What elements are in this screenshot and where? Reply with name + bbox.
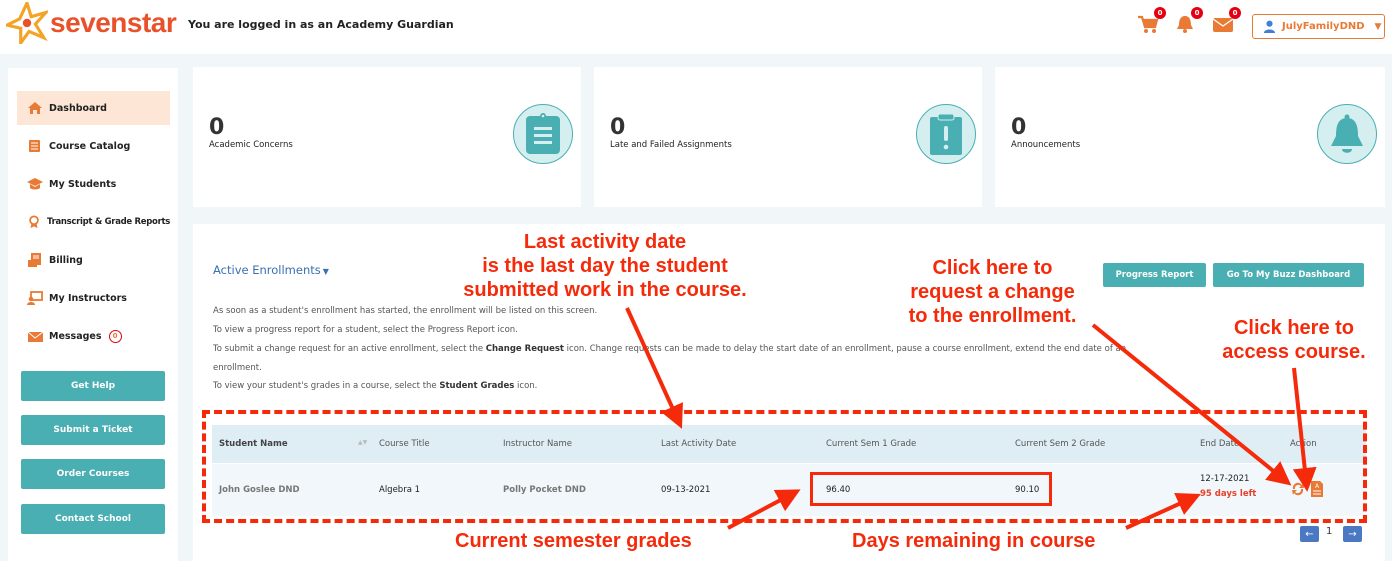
chevron-down-icon: ▼ (322, 267, 329, 276)
top-header: sevenstar You are logged in as an Academ… (0, 0, 1392, 54)
annotation-change-request: Click here to request a change to the en… (880, 256, 1105, 328)
logged-in-status: You are logged in as an Academy Guardian (188, 18, 454, 31)
panel-title-text: Active Enrollments (213, 263, 321, 277)
info-text: As soon as a student's enrollment has st… (213, 306, 598, 316)
envelope-icon (27, 329, 43, 343)
info-text-part: icon. Change requests can be made to del… (563, 344, 1127, 354)
sidebar-item-course-catalog[interactable]: Course Catalog (17, 129, 170, 163)
cart-badge: 0 (1154, 7, 1166, 19)
sidebar-item-billing[interactable]: Billing (17, 243, 170, 277)
clipboard-alert-icon (916, 104, 976, 164)
sidebar-item-messages[interactable]: Messages 0 (17, 319, 170, 353)
sidebar-item-label: My Instructors (49, 292, 127, 304)
annotation-line: Last activity date (523, 231, 687, 253)
annotation-line: is the last day the student (482, 255, 728, 277)
info-text: To view your student's grades in a cours… (213, 381, 537, 391)
order-courses-button[interactable]: Order Courses (21, 459, 165, 489)
current-page: 1 (1326, 526, 1333, 537)
annotation-semester-grades: Current semester grades (455, 530, 692, 552)
info-text-part: To submit a change request for an active… (213, 344, 486, 354)
sidebar-item-label: Billing (49, 254, 83, 266)
stat-value: 0 (610, 115, 626, 140)
messages-badge: 0 (1229, 7, 1241, 19)
instructor-icon (27, 291, 43, 305)
info-text-part: To view your student's grades in a cours… (213, 381, 440, 391)
next-page-button[interactable]: → (1343, 526, 1362, 542)
info-text: To view a progress report for a student,… (213, 325, 518, 335)
sidebar-item-transcript[interactable]: Transcript & Grade Reports (17, 205, 170, 239)
sidebar-item-label: Course Catalog (49, 140, 131, 152)
messages-count-badge: 0 (108, 329, 122, 343)
award-icon (27, 215, 41, 229)
graduation-cap-icon (27, 177, 43, 191)
logo[interactable]: sevenstar (6, 2, 177, 44)
contact-school-button[interactable]: Contact School (21, 504, 165, 534)
annotation-grades-highlight (810, 472, 1052, 506)
user-menu-button[interactable]: JulyFamilyDND ▼ (1252, 14, 1385, 39)
annotation-line: Click here to (1233, 317, 1355, 339)
notifications-button[interactable]: 0 (1174, 7, 1203, 34)
messages-button[interactable]: 0 (1212, 7, 1241, 34)
stat-label: Announcements (1011, 140, 1081, 150)
get-help-button[interactable]: Get Help (21, 371, 165, 401)
cart-button[interactable]: 0 (1137, 7, 1166, 34)
stat-card-announcements[interactable]: 0 Announcements (995, 67, 1385, 207)
clipboard-list-icon (513, 104, 573, 164)
home-icon (27, 101, 43, 115)
annotation-line: submitted work in the course. (463, 279, 747, 301)
annotation-line: to the enrollment. (908, 305, 1077, 327)
info-text-bold: Student Grades (439, 381, 515, 391)
info-text: To submit a change request for an active… (213, 344, 1126, 354)
annotation-line: Click here to (932, 257, 1053, 279)
stat-value: 0 (1011, 115, 1027, 140)
stat-card-late-failed[interactable]: 0 Late and Failed Assignments (594, 67, 982, 207)
sidebar-item-label: My Students (49, 178, 117, 190)
active-enrollments-dropdown[interactable]: Active Enrollments ▼ (213, 263, 329, 277)
logo-text: sevenstar (50, 7, 177, 38)
progress-report-button[interactable]: Progress Report (1103, 263, 1206, 287)
user-name: JulyFamilyDND (1282, 21, 1365, 32)
info-text-bold: Change Request (485, 344, 564, 354)
buzz-dashboard-button[interactable]: Go To My Buzz Dashboard (1213, 263, 1364, 287)
stat-label: Academic Concerns (209, 140, 293, 150)
sidebar-item-my-instructors[interactable]: My Instructors (17, 281, 170, 315)
submit-ticket-button[interactable]: Submit a Ticket (21, 415, 165, 445)
previous-page-button[interactable]: ← (1300, 526, 1319, 542)
sidebar-item-label: Dashboard (49, 102, 107, 114)
annotation-days-remaining: Days remaining in course (852, 530, 1096, 552)
annotation-access-course: Click here to access course. (1208, 316, 1380, 364)
info-text-part: icon. (514, 381, 538, 391)
annotation-line: access course. (1222, 341, 1366, 363)
info-text: enrollment. (213, 363, 262, 373)
stat-label: Late and Failed Assignments (610, 140, 732, 150)
bell-icon (1317, 104, 1377, 164)
billing-icon (27, 253, 43, 267)
sidebar-item-label: Transcript & Grade Reports (47, 217, 170, 227)
user-icon (1263, 20, 1276, 33)
star-logo-icon (6, 2, 48, 44)
sidebar: Dashboard Course Catalog My Students Tra… (8, 68, 178, 561)
sidebar-item-dashboard[interactable]: Dashboard (17, 91, 170, 125)
stat-value: 0 (209, 115, 225, 140)
book-icon (27, 139, 43, 153)
sidebar-item-my-students[interactable]: My Students (17, 167, 170, 201)
annotation-table-highlight (202, 410, 1367, 523)
annotation-last-activity: Last activity date is the last day the s… (440, 230, 770, 302)
sidebar-item-label: Messages (49, 330, 102, 342)
annotation-line: request a change (910, 281, 1075, 303)
chevron-down-icon: ▼ (1374, 21, 1382, 32)
notifications-badge: 0 (1191, 7, 1203, 19)
stat-card-academic-concerns[interactable]: 0 Academic Concerns (193, 67, 581, 207)
